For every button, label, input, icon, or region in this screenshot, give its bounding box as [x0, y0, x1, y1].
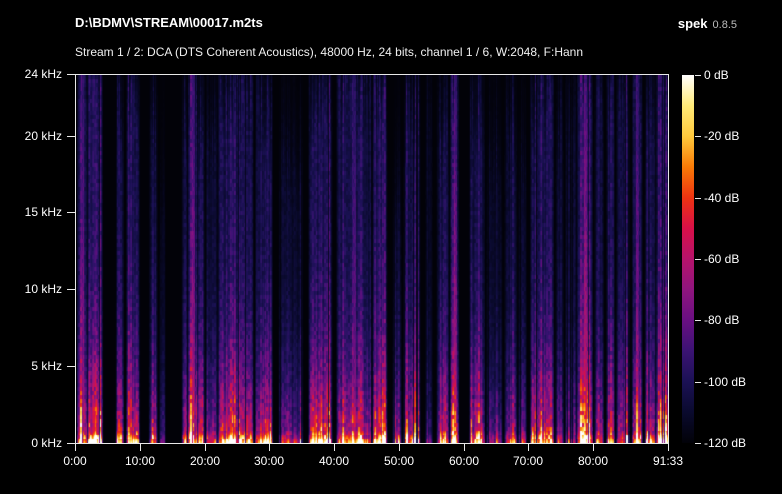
time-tick: [464, 444, 465, 451]
frequency-tick-label: 24 kHz: [0, 66, 62, 82]
db-tick-label: -20 dB: [704, 128, 739, 144]
frequency-tick: [67, 443, 75, 444]
time-tick-label: 30:00: [254, 454, 284, 468]
frequency-tick: [67, 212, 75, 213]
db-tick: [695, 75, 701, 76]
db-tick: [695, 443, 701, 444]
time-tick-label: 0:00: [63, 454, 86, 468]
time-tick-label: 91:33: [653, 454, 683, 468]
time-tick: [593, 444, 594, 451]
db-tick-label: -120 dB: [704, 435, 746, 451]
spectrogram-plot: [75, 74, 669, 444]
time-tick-label: 50:00: [384, 454, 414, 468]
frequency-tick: [67, 136, 75, 137]
db-tick: [695, 259, 701, 260]
frequency-tick-label: 20 kHz: [0, 128, 62, 144]
time-tick: [75, 444, 76, 451]
time-tick: [205, 444, 206, 451]
db-tick-label: -80 dB: [704, 312, 739, 328]
db-tick: [695, 136, 701, 137]
time-tick: [269, 444, 270, 451]
frequency-tick: [67, 366, 75, 367]
frequency-tick-label: 5 kHz: [0, 358, 62, 374]
app-brand: spek 0.8.5: [678, 15, 737, 33]
db-tick-label: -40 dB: [704, 190, 739, 206]
db-tick: [695, 320, 701, 321]
db-tick-label: -60 dB: [704, 251, 739, 267]
time-tick: [399, 444, 400, 451]
frequency-tick: [67, 289, 75, 290]
stream-info: Stream 1 / 2: DCA (DTS Coherent Acoustic…: [75, 45, 583, 59]
time-tick: [140, 444, 141, 451]
legend-colorbar: [682, 75, 694, 443]
db-tick: [695, 198, 701, 199]
spectrogram-canvas: [76, 75, 668, 443]
frequency-tick-label: 15 kHz: [0, 204, 62, 220]
db-tick: [695, 382, 701, 383]
time-tick-label: 70:00: [513, 454, 543, 468]
time-tick-label: 20:00: [190, 454, 220, 468]
time-tick-label: 40:00: [319, 454, 349, 468]
app-name: spek: [678, 16, 708, 31]
time-tick-label: 60:00: [449, 454, 479, 468]
db-tick-label: -100 dB: [704, 374, 746, 390]
time-tick-label: 80:00: [578, 454, 608, 468]
time-tick: [668, 444, 669, 451]
frequency-tick: [67, 74, 75, 75]
app-version: 0.8.5: [713, 19, 737, 31]
file-path-title: D:\BDMV\STREAM\00017.m2ts: [75, 15, 263, 30]
frequency-tick-label: 10 kHz: [0, 281, 62, 297]
frequency-tick-label: 0 kHz: [0, 435, 62, 451]
time-tick-label: 10:00: [125, 454, 155, 468]
time-tick: [528, 444, 529, 451]
time-tick: [334, 444, 335, 451]
db-tick-label: 0 dB: [704, 67, 729, 83]
